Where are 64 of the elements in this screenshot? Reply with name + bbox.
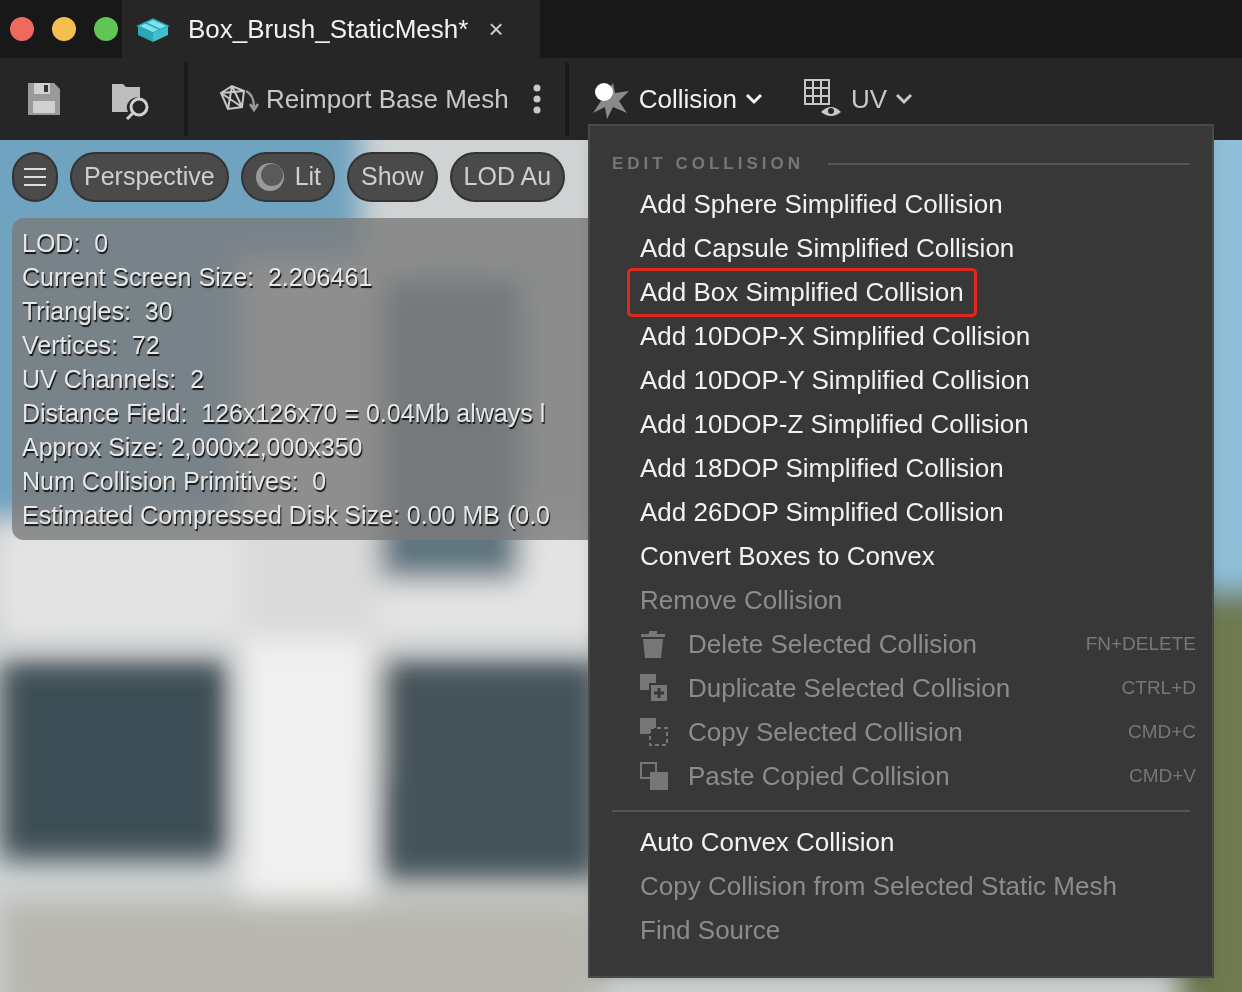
close-tab-button[interactable]: ×: [488, 16, 504, 42]
menu-item-label: Add 10DOP-Y Simplified Collision: [640, 363, 1030, 397]
stat-line: Current Screen Size: 2.206461: [22, 262, 373, 293]
menu-item-label: Duplicate Selected Collision: [688, 671, 1011, 705]
menu-icon: [24, 168, 46, 186]
menu-item[interactable]: Auto Convex Collision: [590, 820, 1212, 864]
menu-item-label: Add 26DOP Simplified Collision: [640, 495, 1004, 529]
more-options-icon[interactable]: [532, 84, 541, 114]
menu-section-header: EDIT COLLISION: [612, 153, 804, 176]
paste-icon: [640, 762, 668, 790]
menu-item-label: Auto Convex Collision: [640, 825, 895, 859]
shortcut-label: CTRL+D: [1121, 675, 1196, 700]
chevron-down-icon: [895, 93, 914, 105]
menu-item[interactable]: Add 10DOP-Y Simplified Collision: [590, 358, 1212, 402]
menu-item-label: Copy Collision from Selected Static Mesh: [640, 869, 1117, 903]
trash-icon: [640, 630, 666, 658]
menu-item[interactable]: Add 10DOP-X Simplified Collision: [590, 314, 1212, 358]
duplicate-icon: [640, 674, 668, 702]
menu-item-label: Add 10DOP-Z Simplified Collision: [640, 407, 1029, 441]
document-tab[interactable]: Box_Brush_StaticMesh* ×: [122, 0, 540, 58]
menu-item[interactable]: Add 10DOP-Z Simplified Collision: [590, 402, 1212, 446]
stat-line: Triangles: 30: [22, 296, 173, 327]
menu-item-label: Convert Boxes to Convex: [640, 539, 935, 573]
stat-line: Num Collision Primitives: 0: [22, 466, 327, 497]
menu-item-label: Paste Copied Collision: [688, 759, 950, 793]
menu-item[interactable]: Convert Boxes to Convex: [590, 534, 1212, 578]
reimport-base-mesh-button[interactable]: Reimport Base Mesh: [218, 79, 509, 119]
menu-item-label: Add 10DOP-X Simplified Collision: [640, 319, 1031, 353]
stat-line: LOD: 0: [22, 228, 109, 259]
sphere-icon: [254, 162, 285, 192]
chevron-down-icon: [745, 93, 764, 105]
save-icon[interactable]: [26, 81, 62, 117]
mesh-arrow-icon: [218, 83, 260, 115]
close-window-button[interactable]: [10, 17, 34, 41]
viewport-option-button[interactable]: Show: [347, 152, 438, 202]
stat-line: Distance Field: 126x126x70 = 0.04Mb always l: [22, 398, 546, 429]
collision-dropdown[interactable]: Collision: [590, 79, 764, 119]
menu-item-label: Copy Selected Collision: [688, 715, 963, 749]
menu-item[interactable]: Add 26DOP Simplified Collision: [590, 490, 1212, 534]
stat-line: Estimated Compressed Disk Size: 0.00 MB (0.0: [22, 500, 550, 531]
viewport-option-button[interactable]: Perspective: [70, 152, 229, 202]
zoom-window-button[interactable]: [94, 17, 118, 41]
shortcut-label: FN+DELETE: [1085, 631, 1196, 656]
menu-item-label: Add Sphere Simplified Collision: [640, 187, 1003, 221]
menu-item-label: Delete Selected Collision: [688, 627, 978, 661]
menu-item[interactable]: Add Box Simplified Collision: [590, 270, 1212, 314]
stat-line: UV Channels: 2: [22, 364, 205, 395]
menu-item-label: Remove Collision: [640, 583, 843, 617]
stat-line: Vertices: 72: [22, 330, 160, 361]
menu-item[interactable]: Add Sphere Simplified Collision: [590, 182, 1212, 226]
menu-item[interactable]: Add Capsule Simplified Collision: [590, 226, 1212, 270]
minimize-window-button[interactable]: [52, 17, 76, 41]
uv-dropdown[interactable]: UV: [803, 78, 914, 120]
tab-title: Box_Brush_StaticMesh*: [188, 12, 469, 46]
copy-icon: [640, 718, 668, 746]
menu-item-label: Add 18DOP Simplified Collision: [640, 451, 1004, 485]
shortcut-label: CMD+C: [1127, 719, 1196, 744]
menu-item[interactable]: Add 18DOP Simplified Collision: [590, 446, 1212, 490]
menu-item-label: Add Capsule Simplified Collision: [640, 231, 1015, 265]
stat-line: Approx Size: 2,000x2,000x350: [22, 432, 363, 463]
menu-item-label: Find Source: [640, 913, 781, 947]
viewport-option-button[interactable]: LOD Au: [449, 152, 566, 202]
menu-item-label: Add Box Simplified Collision: [630, 270, 974, 314]
shortcut-label: CMD+V: [1128, 763, 1196, 788]
